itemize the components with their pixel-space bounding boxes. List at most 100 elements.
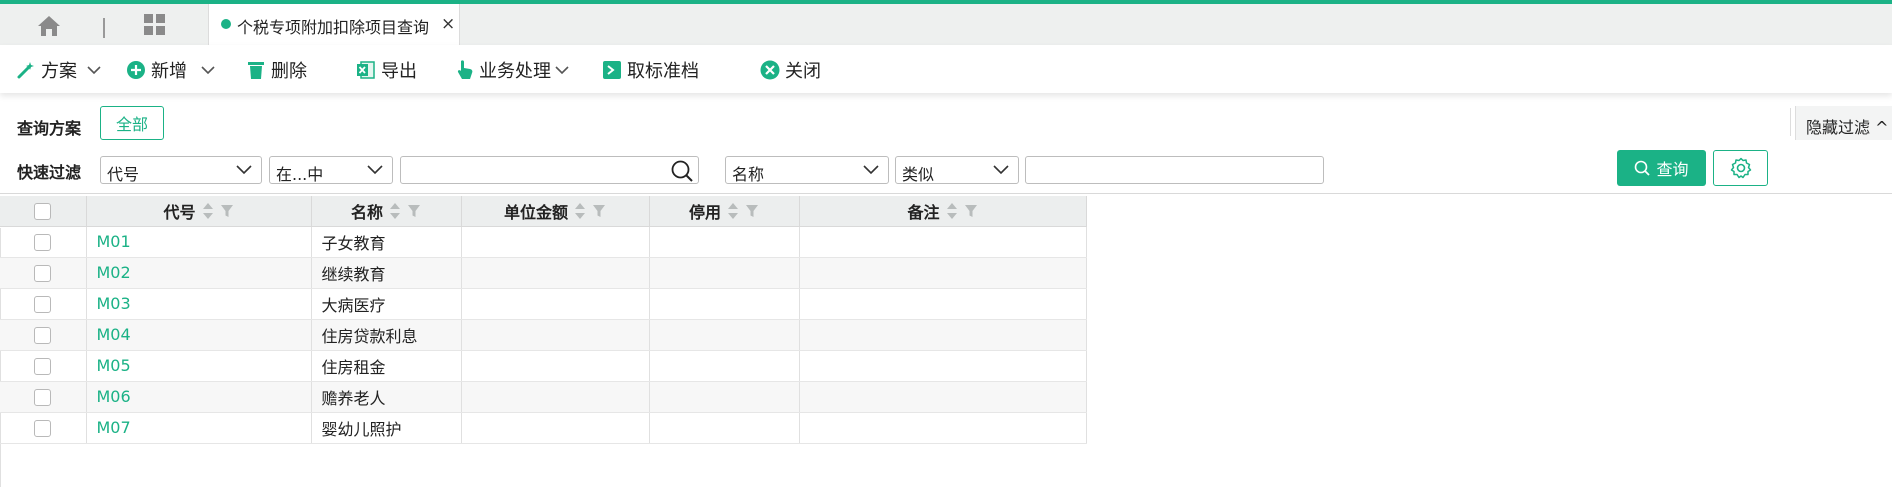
remark-cell xyxy=(799,412,1087,444)
chevron-down-icon xyxy=(87,66,101,75)
disabled-cell xyxy=(649,381,800,413)
tab-deduction-query[interactable]: 个税专项附加扣除项目查询 × xyxy=(208,4,460,45)
sort-icon[interactable] xyxy=(574,202,586,220)
unarchive-label: 取标准档 xyxy=(627,61,699,82)
sort-icon[interactable] xyxy=(727,202,739,220)
hide-filter-toggle[interactable]: 隐藏过滤 ^ xyxy=(1795,106,1892,140)
home-icon xyxy=(38,16,60,36)
row-checkbox[interactable] xyxy=(34,389,52,406)
code-link[interactable]: M03 xyxy=(97,294,131,313)
grid-top-border xyxy=(0,193,1892,194)
table-row[interactable]: M04 住房贷款利息 xyxy=(0,319,1087,351)
business-label: 业务处理 xyxy=(479,61,551,82)
chevron-down-icon xyxy=(236,165,252,175)
excel-icon xyxy=(357,61,375,79)
amount-cell xyxy=(461,350,650,382)
filter-operator-select-1[interactable]: 在...中 xyxy=(269,156,393,184)
table-row[interactable]: M06 赡养老人 xyxy=(0,381,1087,413)
filter-field-select-2[interactable]: 名称 xyxy=(725,156,889,184)
terminal-icon xyxy=(603,61,621,79)
code-link[interactable]: M06 xyxy=(97,387,131,406)
column-header-remark: 备注 xyxy=(799,196,1087,227)
filter-value-input-1[interactable] xyxy=(400,156,699,184)
filter-field-select-1[interactable]: 代号 xyxy=(100,156,262,184)
filter-operator-select-2[interactable]: 类似 xyxy=(895,156,1019,184)
table-row[interactable]: M03 大病医疗 xyxy=(0,288,1087,320)
filter-icon[interactable] xyxy=(592,204,606,218)
code-link[interactable]: M02 xyxy=(97,263,131,282)
tab-title: 个税专项附加扣除项目查询 xyxy=(237,18,430,37)
row-select-cell xyxy=(0,412,87,444)
search-icon[interactable] xyxy=(670,159,694,183)
filter-icon[interactable] xyxy=(745,204,759,218)
active-dot-icon xyxy=(221,19,231,29)
code-link[interactable]: M04 xyxy=(97,325,131,344)
remark-cell xyxy=(799,319,1087,351)
column-header-code: 代号 xyxy=(86,196,312,227)
amount-cell xyxy=(461,319,650,351)
filter-settings-button[interactable] xyxy=(1713,150,1768,186)
close-label: 关闭 xyxy=(785,61,821,82)
row-select-cell xyxy=(0,257,87,289)
close-page-button[interactable]: 关闭 xyxy=(760,58,821,82)
export-button[interactable]: 导出 xyxy=(356,58,417,82)
code-link[interactable]: M01 xyxy=(97,232,131,251)
filter-icon[interactable] xyxy=(220,204,234,218)
row-checkbox[interactable] xyxy=(34,327,52,344)
select-all-cell xyxy=(0,196,87,227)
remark-cell xyxy=(799,257,1087,289)
amount-cell xyxy=(461,226,650,258)
code-cell: M04 xyxy=(86,319,312,351)
chevron-down-icon xyxy=(201,66,215,75)
unarchive-button[interactable]: 取标准档 xyxy=(602,58,699,82)
row-checkbox[interactable] xyxy=(34,296,52,313)
close-icon[interactable]: × xyxy=(441,14,455,34)
filter-icon[interactable] xyxy=(407,204,421,218)
add-button[interactable]: 新增 xyxy=(126,58,220,82)
plan-all-button[interactable]: 全部 xyxy=(100,106,164,140)
business-button[interactable]: 业务处理 xyxy=(456,58,574,82)
code-link[interactable]: M07 xyxy=(97,418,131,437)
table-row[interactable]: M07 婴幼儿照护 xyxy=(0,412,1087,444)
tab-separator xyxy=(103,18,105,38)
apps-tab[interactable] xyxy=(143,13,167,37)
delete-button[interactable]: 删除 xyxy=(246,58,307,82)
table-header-row: 代号 名称 单位金额 停用 备注 xyxy=(0,196,1087,227)
table-row[interactable]: M02 继续教育 xyxy=(0,257,1087,289)
row-checkbox[interactable] xyxy=(34,358,52,375)
search-button[interactable]: 查询 xyxy=(1617,150,1706,186)
filter-value-input-2[interactable] xyxy=(1025,156,1324,184)
disabled-cell xyxy=(649,288,800,320)
row-select-cell xyxy=(0,288,87,320)
select-all-checkbox[interactable] xyxy=(34,203,52,221)
code-link[interactable]: M05 xyxy=(97,356,131,375)
filter-icon[interactable] xyxy=(964,204,978,218)
grid-icon xyxy=(144,14,165,35)
plan-button[interactable]: 方案 xyxy=(16,58,106,82)
deduction-table: 代号 名称 单位金额 停用 备注 M01 子女教育 M02 继续教育 M03 大… xyxy=(0,196,1087,444)
export-label: 导出 xyxy=(381,61,417,82)
table-row[interactable]: M05 住房租金 xyxy=(0,350,1087,382)
row-checkbox[interactable] xyxy=(34,234,52,251)
row-checkbox[interactable] xyxy=(34,420,52,437)
name-cell: 婴幼儿照护 xyxy=(311,412,462,444)
row-select-cell xyxy=(0,350,87,382)
table-row[interactable]: M01 子女教育 xyxy=(0,226,1087,258)
code-cell: M05 xyxy=(86,350,312,382)
name-cell: 住房租金 xyxy=(311,350,462,382)
name-cell: 子女教育 xyxy=(311,226,462,258)
sort-icon[interactable] xyxy=(202,202,214,220)
remark-cell xyxy=(799,226,1087,258)
chevron-down-icon xyxy=(555,66,569,75)
sort-icon[interactable] xyxy=(946,202,958,220)
amount-cell xyxy=(461,288,650,320)
sort-icon[interactable] xyxy=(389,202,401,220)
disabled-cell xyxy=(649,412,800,444)
column-header-name: 名称 xyxy=(311,196,462,227)
column-header-label: 备注 xyxy=(907,202,940,222)
filter-field-value-1: 代号 xyxy=(107,165,140,184)
row-checkbox[interactable] xyxy=(34,265,52,282)
home-tab[interactable] xyxy=(36,14,66,40)
search-button-label: 查询 xyxy=(1656,160,1689,179)
delete-label: 删除 xyxy=(271,61,307,82)
